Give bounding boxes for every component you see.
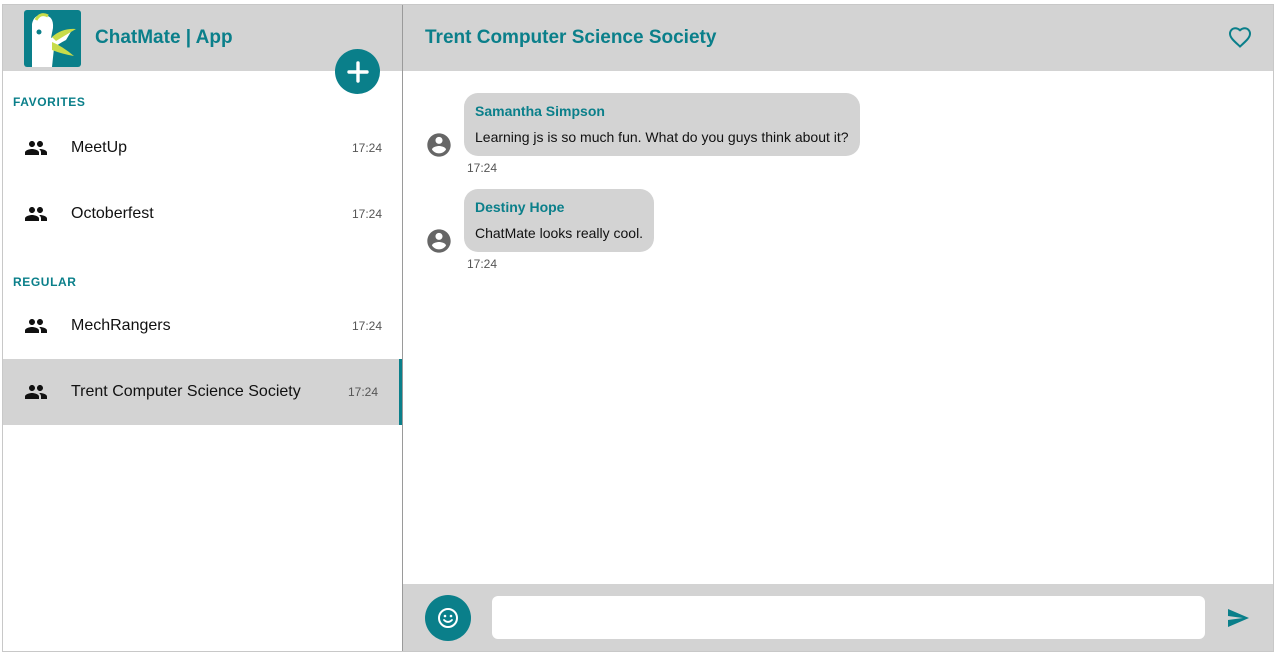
group-icon <box>24 201 50 227</box>
message-text: ChatMate looks really cool. <box>475 225 644 241</box>
app-title: ChatMate | App <box>95 27 233 48</box>
send-icon <box>1228 608 1249 627</box>
message-bubble: Samantha Simpson Learning js is so much … <box>464 93 860 156</box>
group-icon <box>24 379 50 405</box>
message-bubble: Destiny Hope ChatMate looks really cool. <box>464 189 655 252</box>
app-window: ChatMate | App FAVORITES MeetUp 17:24 Oc… <box>2 4 1274 652</box>
chat-item-time: 17:24 <box>351 141 382 155</box>
message-time: 17:24 <box>467 161 498 175</box>
heart-icon <box>1228 27 1252 48</box>
message-sender: Samantha Simpson <box>475 103 605 119</box>
group-icon <box>24 135 50 161</box>
chat-item-meetup[interactable]: MeetUp 17:24 <box>3 115 402 181</box>
message-list: Samantha Simpson Learning js is so much … <box>403 71 1273 584</box>
message-composer <box>403 584 1273 651</box>
message: Destiny Hope ChatMate looks really cool.… <box>403 189 1273 271</box>
message-text: Learning js is so much fun. What do you … <box>475 129 849 145</box>
message-sender: Destiny Hope <box>475 199 565 215</box>
group-icon <box>24 313 50 339</box>
chat-item-octoberfest[interactable]: Octoberfest 17:24 <box>3 181 402 247</box>
emoji-button[interactable] <box>425 594 471 641</box>
smiley-icon <box>438 607 458 628</box>
message-input[interactable] <box>492 596 1205 639</box>
plus-icon <box>346 60 369 83</box>
regular-section-label: REGULAR <box>13 275 77 289</box>
room-title: Trent Computer Science Society <box>425 27 717 48</box>
chat-header: Trent Computer Science Society <box>403 5 1273 71</box>
account-circle-icon <box>425 227 453 255</box>
sidebar: ChatMate | App FAVORITES MeetUp 17:24 Oc… <box>3 5 403 651</box>
favorite-button[interactable] <box>1227 25 1253 51</box>
message-time: 17:24 <box>467 257 498 271</box>
message: Samantha Simpson Learning js is so much … <box>403 93 1273 175</box>
account-circle-icon <box>425 131 453 159</box>
chat-item-label: MeetUp <box>71 139 128 156</box>
chat-item-label: MechRangers <box>71 317 171 334</box>
add-chat-button[interactable] <box>335 49 380 94</box>
app-logo <box>24 9 81 67</box>
chat-item-time: 17:24 <box>351 207 382 221</box>
chat-item-mechrangers[interactable]: MechRangers 17:24 <box>3 293 402 359</box>
chat-item-label: Octoberfest <box>71 205 154 222</box>
chat-item-trent-computer-science-society[interactable]: Trent Computer Science Society 17:24 <box>3 359 402 425</box>
send-button[interactable] <box>1226 605 1252 631</box>
favorites-section-label: FAVORITES <box>13 95 86 109</box>
chat-item-time: 17:24 <box>351 319 382 333</box>
chat-item-time: 17:24 <box>347 385 378 399</box>
chat-item-label: Trent Computer Science Society <box>71 383 301 400</box>
chat-panel: Trent Computer Science Society Samantha … <box>403 5 1273 651</box>
